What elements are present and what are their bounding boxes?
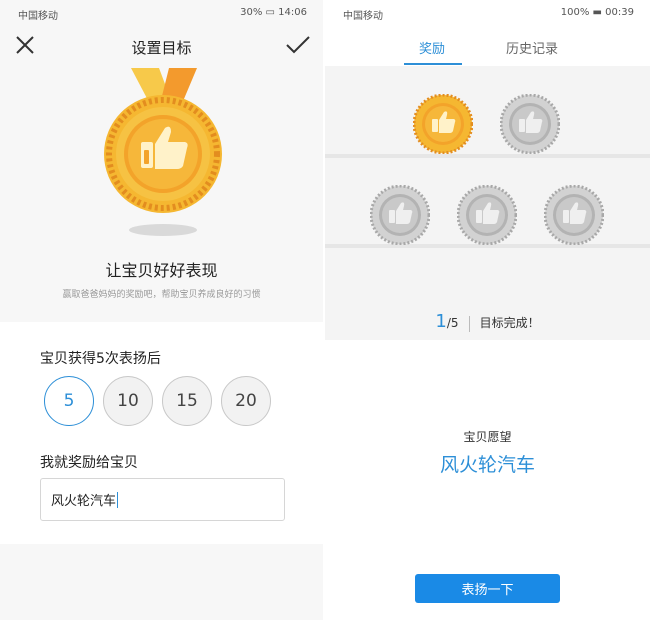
rewards-screen: 中国移动 100% ▬ 00:39 奖励 历史记录 1/5 目标完成！ 宝贝愿望… bbox=[325, 0, 650, 620]
clock: 00:39 bbox=[605, 7, 634, 18]
goal-progress: 1/5 目标完成！ bbox=[325, 311, 650, 332]
active-tab-indicator bbox=[404, 63, 462, 65]
status-right: 30% ▭ 14:06 bbox=[240, 7, 307, 18]
option-15[interactable]: 15 bbox=[162, 376, 212, 426]
locked-medal-icon bbox=[500, 94, 560, 154]
status-bar: 中国移动 100% ▬ 00:39 bbox=[325, 0, 650, 24]
carrier-label: 中国移动 bbox=[343, 11, 383, 22]
clock: 14:06 bbox=[278, 7, 307, 18]
reward-input[interactable]: 风火轮汽车 bbox=[40, 478, 285, 521]
wish-label: 宝贝愿望 bbox=[463, 430, 512, 444]
progress-separator bbox=[468, 315, 470, 332]
option-10[interactable]: 10 bbox=[103, 376, 153, 426]
reward-label: 我就奖励给宝贝 bbox=[40, 455, 138, 471]
locked-medal-icon bbox=[544, 185, 604, 245]
progress-text: 目标完成！ bbox=[479, 316, 540, 330]
wish-value: 风火轮汽车 bbox=[439, 454, 535, 476]
carrier-label: 中国移动 bbox=[18, 11, 58, 22]
slogan-subtitle: 赢取爸爸妈妈的奖励吧，帮助宝贝养成良好的习惯 bbox=[62, 290, 261, 300]
screenshot-pair: 中国移动 30% ▭ 14:06 设置目标 让宝贝好好表现 赢取爸爸妈妈的奖励吧… bbox=[0, 0, 650, 620]
progress-current: 1 bbox=[435, 311, 447, 332]
nav-bar: 设置目标 bbox=[0, 24, 323, 68]
goal-form: 宝贝获得5次表扬后 5 10 15 20 我就奖励给宝贝 风火轮汽车 bbox=[0, 322, 323, 544]
progress-total: /5 bbox=[446, 316, 459, 330]
reward-input-value: 风火轮汽车 bbox=[51, 494, 117, 509]
page-title: 设置目标 bbox=[131, 39, 192, 57]
praise-count-label: 宝贝获得5次表扬后 bbox=[40, 351, 161, 367]
text-cursor bbox=[117, 491, 119, 508]
shelf-line bbox=[325, 154, 650, 158]
option-20[interactable]: 20 bbox=[221, 376, 271, 426]
status-bar: 中国移动 30% ▭ 14:06 bbox=[0, 0, 323, 24]
tab-rewards[interactable]: 奖励 bbox=[419, 38, 445, 57]
set-goal-screen: 中国移动 30% ▭ 14:06 设置目标 让宝贝好好表现 赢取爸爸妈妈的奖励吧… bbox=[0, 0, 323, 620]
battery-percent: 100% bbox=[560, 7, 590, 18]
locked-medal-icon bbox=[457, 185, 517, 245]
slogan-heading: 让宝贝好好表现 bbox=[105, 261, 218, 280]
locked-medal-icon bbox=[370, 185, 430, 245]
medal-shelf: 1/5 目标完成！ bbox=[325, 66, 650, 340]
battery-icon: ▬ bbox=[592, 7, 602, 18]
tab-history[interactable]: 历史记录 bbox=[506, 38, 558, 57]
praise-button[interactable]: 表扬一下 bbox=[415, 574, 560, 603]
battery-icon: ▭ bbox=[265, 7, 275, 18]
praise-count-options: 5 10 15 20 bbox=[44, 376, 271, 426]
check-icon[interactable] bbox=[285, 34, 311, 56]
option-5[interactable]: 5 bbox=[44, 376, 94, 426]
tab-bar: 奖励 历史记录 bbox=[325, 30, 650, 66]
gold-medal-icon bbox=[413, 94, 473, 154]
status-right: 100% ▬ 00:39 bbox=[561, 7, 634, 18]
battery-percent: 30% bbox=[240, 7, 263, 18]
gold-medal-icon bbox=[104, 68, 222, 236]
